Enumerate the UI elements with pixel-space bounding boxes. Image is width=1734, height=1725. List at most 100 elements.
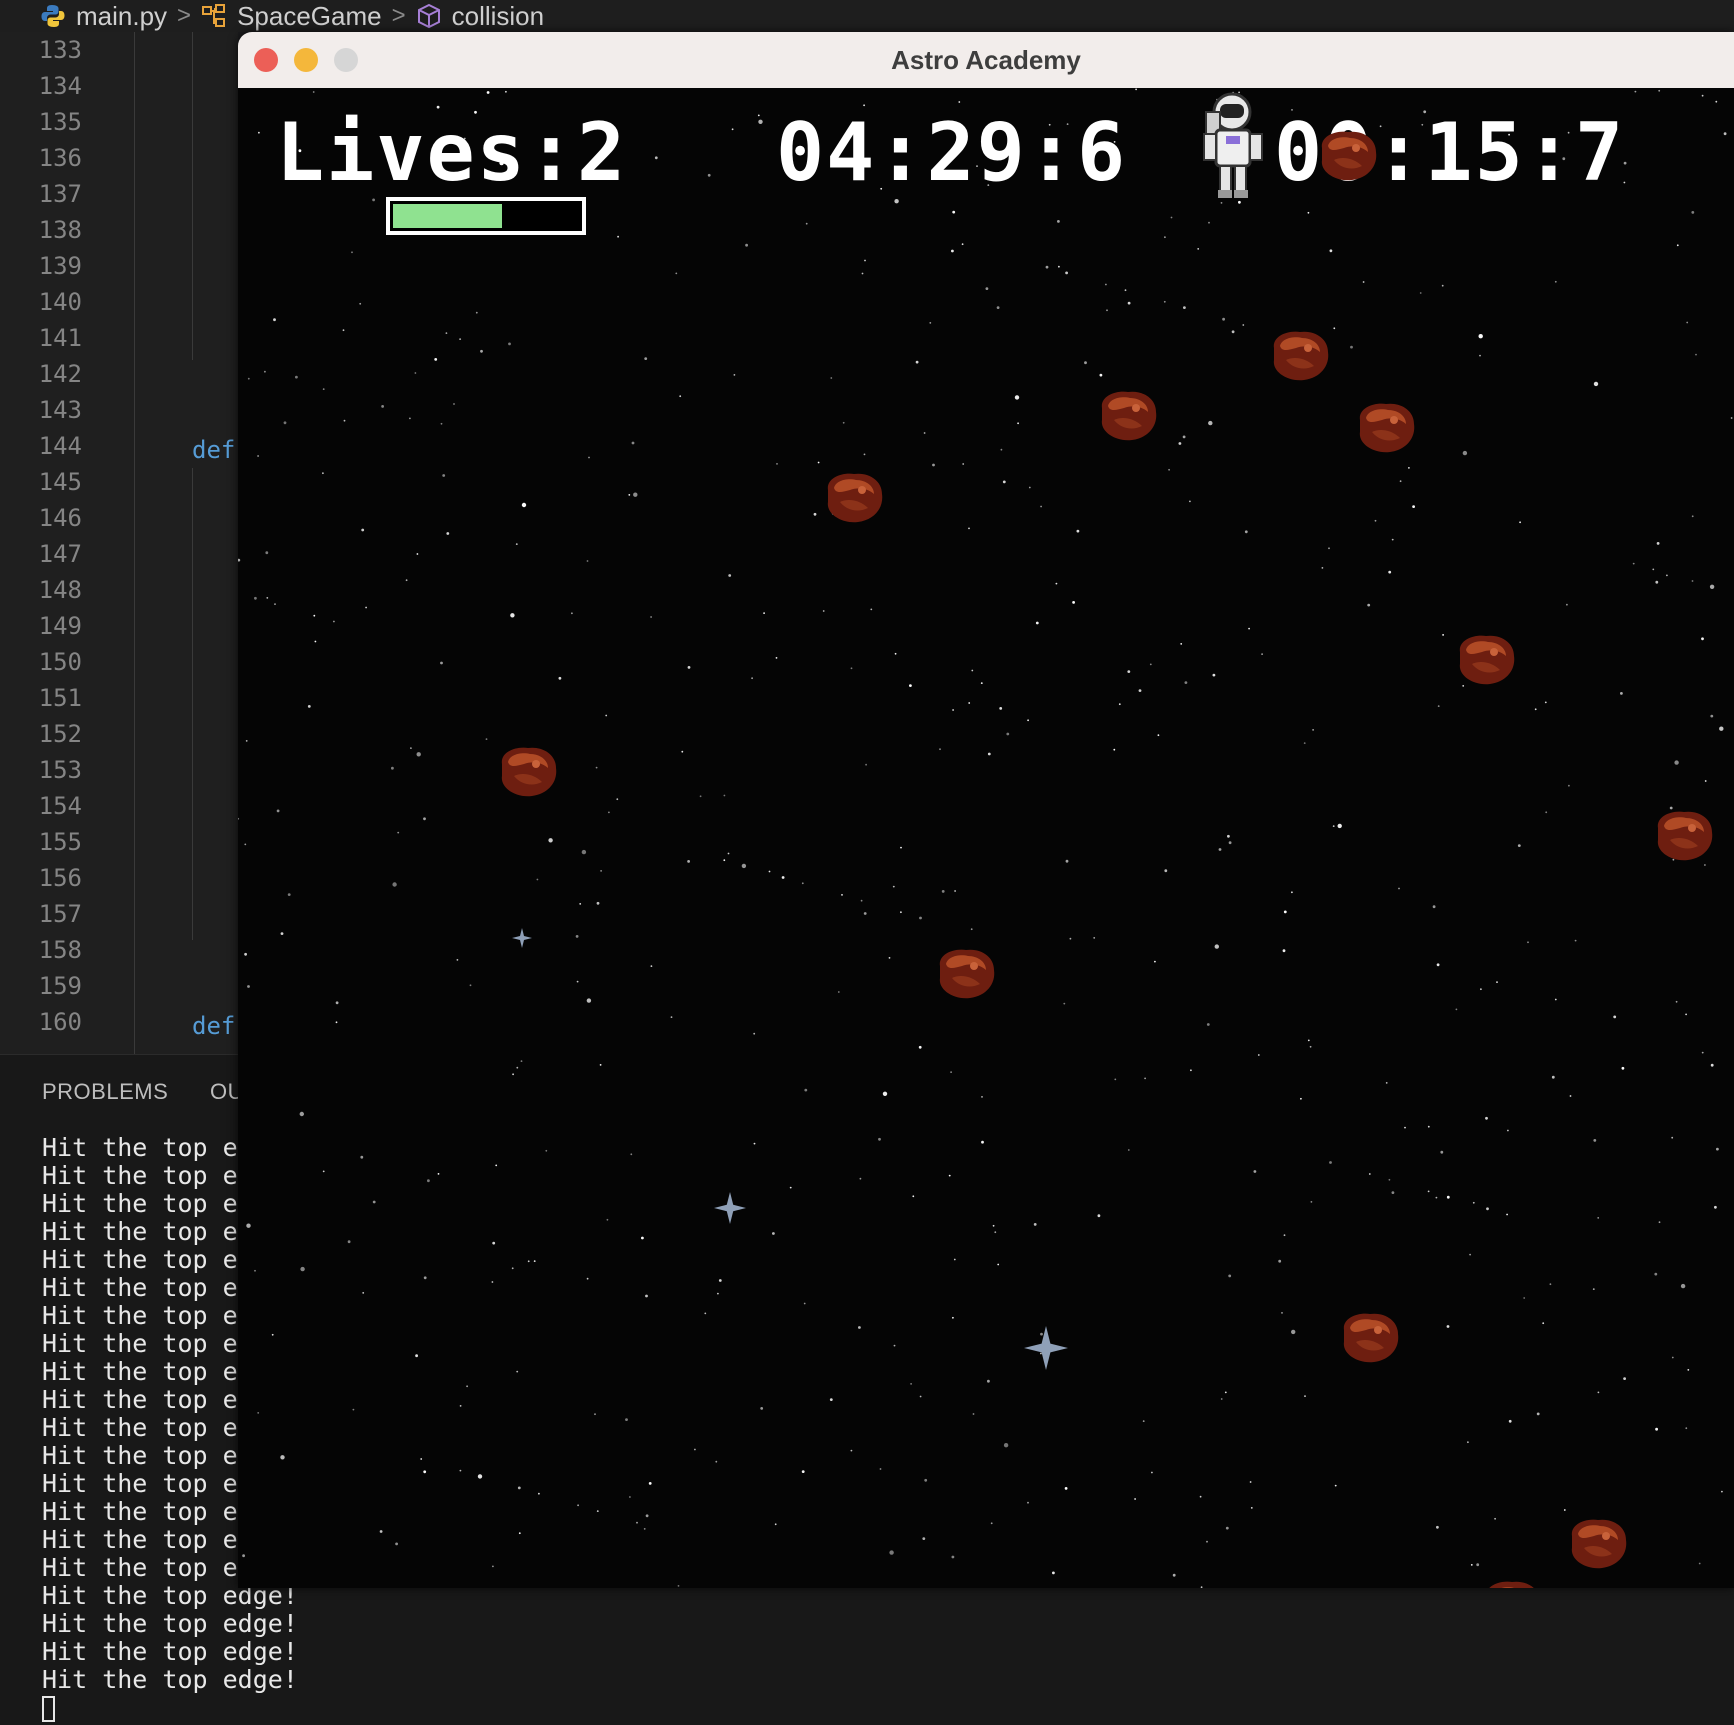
star <box>1138 689 1142 692</box>
star <box>1691 211 1695 214</box>
star <box>1436 963 1440 967</box>
window-titlebar[interactable]: Astro Academy <box>238 32 1734 89</box>
star <box>1329 1161 1332 1164</box>
star <box>1676 244 1679 247</box>
star <box>1408 467 1410 469</box>
star <box>929 322 932 324</box>
star <box>1027 1501 1029 1504</box>
star <box>1224 1391 1227 1394</box>
star <box>1114 1078 1117 1081</box>
star <box>1494 1517 1496 1520</box>
line-number: 153 <box>38 756 82 784</box>
star <box>397 831 400 834</box>
star <box>521 502 527 508</box>
star <box>948 1174 951 1177</box>
star <box>600 870 602 872</box>
output-line: Hit the top ed <box>42 1497 253 1526</box>
indent-guide <box>134 32 135 1054</box>
star <box>996 306 1000 309</box>
star <box>830 377 833 379</box>
star <box>1190 1069 1192 1072</box>
star <box>238 558 241 562</box>
star <box>420 1458 423 1460</box>
star <box>1427 1190 1430 1193</box>
star <box>1228 841 1232 845</box>
star <box>1045 265 1049 269</box>
output-line: Hit the top ed <box>42 1189 253 1218</box>
star <box>1222 317 1225 321</box>
code-editor[interactable]: 133 134 135 136 137 138 139 140 141 142 143 144 145 1… <box>0 32 238 1054</box>
star <box>1183 306 1186 309</box>
star <box>1446 1195 1450 1199</box>
star <box>1440 1150 1444 1154</box>
game-window[interactable]: Astro Academy Lives:2 04:29:6 00:15:7 <box>238 32 1734 1588</box>
star <box>492 1241 496 1245</box>
star <box>961 243 964 246</box>
star <box>757 114 760 117</box>
star <box>1435 1196 1438 1199</box>
star <box>1496 981 1498 983</box>
output-line: Hit the top ed <box>42 1301 253 1330</box>
star <box>1485 1116 1488 1120</box>
star <box>581 849 587 855</box>
star <box>1391 1191 1395 1194</box>
star <box>1436 1525 1439 1529</box>
star <box>968 702 971 704</box>
star <box>1244 530 1248 534</box>
star <box>1300 1097 1302 1100</box>
star <box>758 119 763 124</box>
output-line: Hit the top edge! <box>42 1637 298 1666</box>
breadcrumb-method[interactable]: collision <box>416 1 544 32</box>
star <box>893 1344 896 1347</box>
star <box>941 890 945 893</box>
star <box>510 613 515 618</box>
star <box>322 472 324 475</box>
game-canvas[interactable]: Lives:2 04:29:6 00:15:7 <box>238 88 1734 1588</box>
star <box>1035 621 1039 625</box>
line-number: 140 <box>38 288 82 316</box>
star <box>1097 1214 1101 1218</box>
star <box>1310 1201 1313 1203</box>
star <box>445 332 448 334</box>
star <box>972 1413 975 1415</box>
sparkle-star <box>512 928 532 948</box>
line-number: 160 <box>38 1008 82 1036</box>
star <box>409 417 411 420</box>
star <box>605 714 608 717</box>
star <box>1730 417 1733 419</box>
tab-problems[interactable]: PROBLEMS <box>42 1079 168 1105</box>
star <box>247 985 250 988</box>
star <box>1634 90 1637 93</box>
star <box>475 311 478 314</box>
star <box>586 1277 589 1280</box>
star <box>1257 1054 1260 1056</box>
star <box>491 1281 494 1283</box>
star <box>1337 823 1342 829</box>
star <box>266 597 269 599</box>
star <box>1621 1066 1625 1070</box>
star <box>1536 1412 1540 1416</box>
star <box>1214 944 1219 949</box>
star <box>440 422 443 425</box>
star <box>1680 1283 1686 1289</box>
star <box>538 1492 540 1495</box>
star <box>760 1407 764 1410</box>
star <box>505 90 507 93</box>
star <box>863 912 867 915</box>
breadcrumb-file[interactable]: main.py <box>40 1 167 32</box>
breadcrumb-class-label: SpaceGame <box>237 0 382 31</box>
star <box>888 957 891 959</box>
star <box>548 838 553 843</box>
star <box>300 1266 305 1272</box>
star <box>456 959 459 961</box>
sparkle-star <box>1024 1326 1068 1370</box>
star <box>909 684 912 687</box>
output-line: Hit the top ed <box>42 1553 253 1582</box>
star <box>1093 937 1096 939</box>
star <box>1118 703 1121 706</box>
line-number-gutter: 133 134 135 136 137 138 139 140 141 142 143 144 145 1… <box>0 32 135 1054</box>
star <box>1303 742 1306 744</box>
star <box>1478 334 1483 339</box>
star <box>1569 1095 1572 1097</box>
breadcrumb-class[interactable]: SpaceGame <box>201 1 382 32</box>
